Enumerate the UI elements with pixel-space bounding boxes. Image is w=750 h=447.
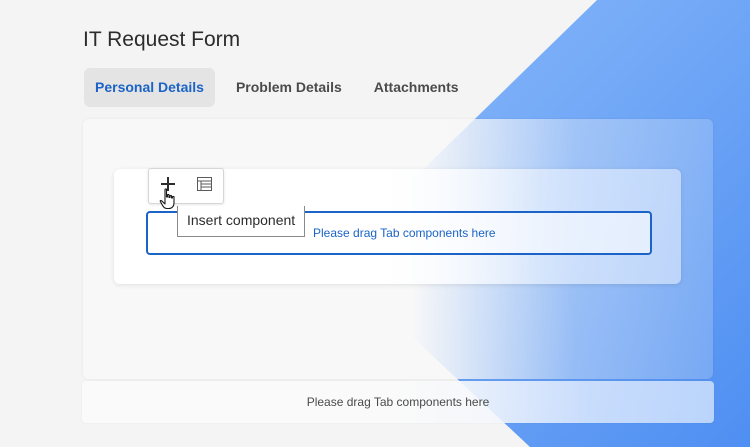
table-icon	[197, 176, 212, 196]
insert-component-tooltip: Insert component	[177, 206, 306, 237]
hand-cursor-icon	[159, 188, 177, 215]
footer-drop-zone[interactable]: Please drag Tab components here	[82, 381, 714, 423]
drop-zone-text: Please drag Tab components here	[313, 226, 496, 240]
page-title: IT Request Form	[83, 28, 241, 51]
footer-drop-zone-text: Please drag Tab components here	[306, 395, 490, 409]
properties-button[interactable]	[186, 169, 223, 203]
tab-problem-details[interactable]: Problem Details	[225, 68, 353, 107]
tab-personal-details[interactable]: Personal Details	[84, 68, 215, 107]
tab-bar: Personal Details Problem Details Attachm…	[84, 68, 480, 107]
tab-attachments[interactable]: Attachments	[363, 68, 470, 107]
